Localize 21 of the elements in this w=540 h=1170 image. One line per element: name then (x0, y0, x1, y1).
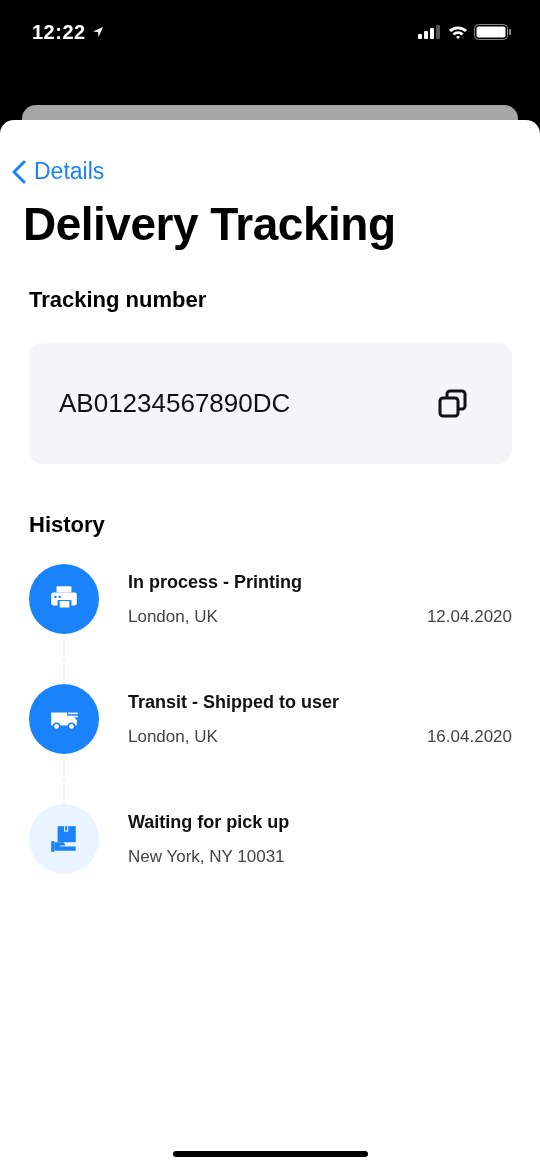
wifi-icon (448, 25, 468, 39)
section-heading: History (29, 512, 106, 538)
status-time: 12:22 (32, 20, 86, 44)
copy-icon[interactable] (438, 388, 468, 419)
battery-icon (474, 24, 512, 40)
location-arrow-icon (91, 26, 104, 38)
event-title: Transit - Shipped to user (128, 691, 341, 713)
back-label[interactable]: Details (34, 158, 105, 185)
tracking-number: AB01234567890DC (59, 388, 291, 419)
signal-icon (418, 25, 442, 39)
event-location: London, UK (128, 726, 218, 747)
back-link[interactable]: Details (12, 158, 105, 185)
page-title: Delivery Tracking (23, 197, 397, 251)
event-date: 16.04.2020 (426, 726, 512, 747)
event-title: In process - Printing (128, 571, 304, 593)
section-heading: Tracking number (29, 287, 208, 313)
chevron-left-icon (12, 159, 26, 184)
event-location: London, UK (128, 606, 218, 627)
event-date: 12.04.2020 (426, 606, 512, 627)
event-location: New York, NY 10031 (128, 846, 285, 867)
event-title: Waiting for pick up (128, 811, 291, 833)
